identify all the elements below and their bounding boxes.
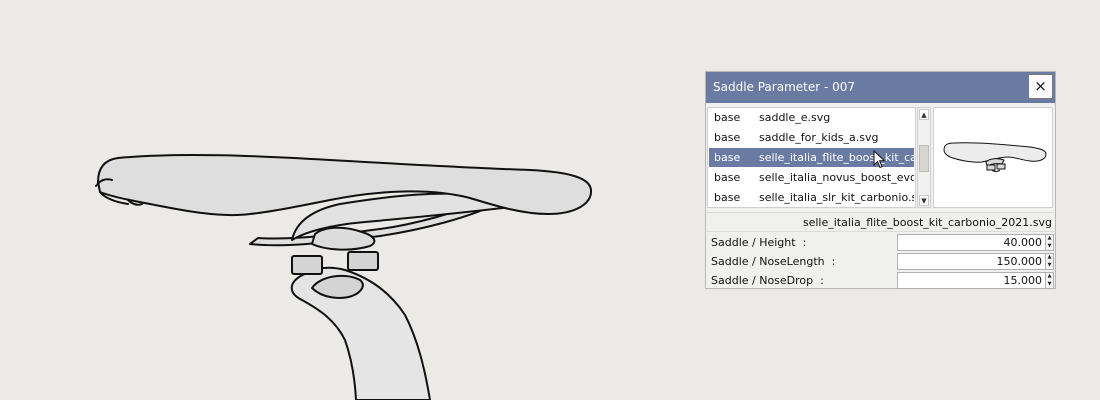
- param-label-nose-length: Saddle / NoseLength :: [711, 255, 836, 268]
- spin-down-icon[interactable]: ▼: [1046, 281, 1053, 288]
- saddle-parameter-dialog: Saddle Parameter - 007 × base saddle_e.s…: [705, 71, 1056, 289]
- list-item-category: base: [714, 171, 741, 184]
- scroll-up-icon[interactable]: ▲: [919, 109, 929, 120]
- saddle-clamp-left: [291, 255, 323, 275]
- scroll-down-icon[interactable]: ▼: [919, 195, 929, 206]
- saddle-nose-length-spinner[interactable]: ▲ ▼: [1046, 253, 1054, 270]
- spin-up-icon[interactable]: ▲: [1046, 273, 1053, 280]
- spin-up-icon[interactable]: ▲: [1046, 235, 1053, 242]
- scroll-thumb[interactable]: [919, 145, 929, 172]
- saddle-nose-drop-spinner[interactable]: ▲ ▼: [1046, 272, 1054, 289]
- list-item-filename: selle_italia_novus_boost_evo_: [759, 171, 914, 184]
- list-item-filename: selle_italia_slr_kit_carbonio.sv: [759, 191, 914, 204]
- list-item-filename: saddle_e.svg: [759, 111, 831, 124]
- saddle-nose-length-input[interactable]: [897, 253, 1046, 270]
- close-button[interactable]: ×: [1028, 74, 1053, 99]
- spin-up-icon[interactable]: ▲: [1046, 254, 1053, 261]
- saddle-height-spinner[interactable]: ▲ ▼: [1046, 234, 1054, 251]
- saddle-preview: [933, 107, 1053, 208]
- saddle-preview-image: [943, 142, 1047, 172]
- spin-down-icon[interactable]: ▼: [1046, 243, 1053, 250]
- selected-filename: selle_italia_flite_boost_kit_carbonio_20…: [707, 212, 1054, 232]
- spin-down-icon[interactable]: ▼: [1046, 262, 1053, 269]
- param-row-nose-drop: Saddle / NoseDrop : ▲ ▼: [707, 271, 1054, 290]
- list-item[interactable]: base selle_italia_novus_boost_evo_: [709, 168, 914, 187]
- list-item-filename: saddle_for_kids_a.svg: [759, 131, 879, 144]
- list-item[interactable]: base saddle_e.svg: [709, 108, 914, 127]
- param-row-nose-length: Saddle / NoseLength : ▲ ▼: [707, 252, 1054, 271]
- param-label-height: Saddle / Height :: [711, 236, 807, 249]
- saddle-height-input[interactable]: [897, 234, 1046, 251]
- list-item-category: base: [714, 191, 741, 204]
- list-item[interactable]: base saddle_for_kids_a.svg: [709, 128, 914, 147]
- list-item-category: base: [714, 111, 741, 124]
- mouse-cursor-icon: [873, 150, 886, 169]
- dialog-title-bar[interactable]: Saddle Parameter - 007 ×: [706, 72, 1055, 103]
- list-item[interactable]: base selle_italia_slr_kit_carbonio.sv: [709, 188, 914, 207]
- saddle-nose-drop-input[interactable]: [897, 272, 1046, 289]
- saddle-clamp-right: [347, 251, 379, 271]
- list-item-filename: selle_italia_flite_boost_kit_car: [759, 151, 914, 164]
- file-list-scrollbar[interactable]: ▲ ▼: [917, 107, 931, 208]
- list-item-category: base: [714, 131, 741, 144]
- list-item-category: base: [714, 151, 741, 164]
- dialog-title: Saddle Parameter - 007: [713, 80, 856, 94]
- param-label-nose-drop: Saddle / NoseDrop :: [711, 274, 824, 287]
- param-row-height: Saddle / Height : ▲ ▼: [707, 233, 1054, 252]
